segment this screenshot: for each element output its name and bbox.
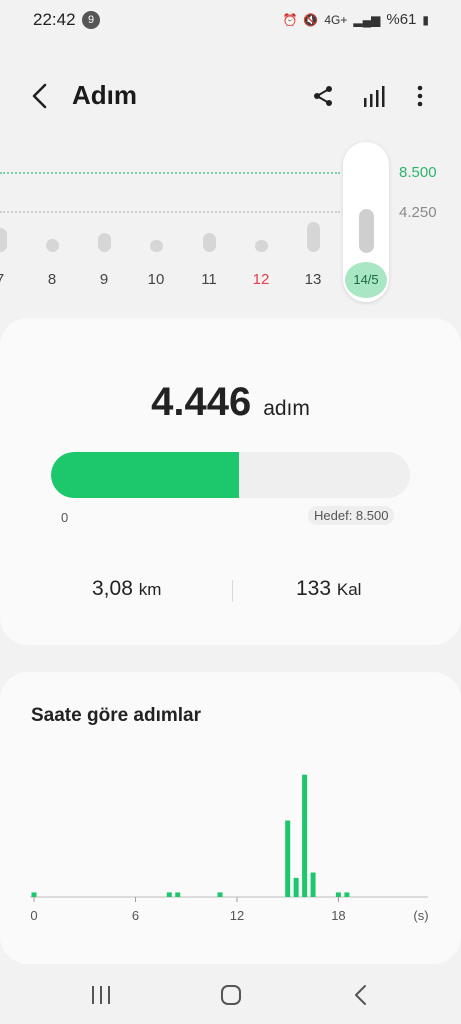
x-tick-label: 12	[230, 908, 244, 923]
x-tick-label: 18	[331, 908, 345, 923]
stats-divider	[232, 580, 233, 602]
status-bar: 22:42 9 ⏰ 🔇 4G+ ▂▄▆ %61 ▮	[0, 0, 461, 42]
share-icon	[314, 86, 332, 106]
x-tick-label: 6	[132, 908, 139, 923]
nav-back-icon	[355, 985, 366, 1005]
day-label: 13	[304, 271, 322, 288]
battery-level: %61	[386, 11, 417, 28]
x-tick-label: 0	[30, 908, 37, 923]
hourly-bar	[302, 774, 308, 897]
day-bar[interactable]	[45, 239, 59, 252]
page-title: Adım	[72, 80, 137, 110]
signal-icon: ▂▄▆	[353, 12, 381, 27]
hourly-steps-chart: 0 6 12 18 (s)	[30, 774, 429, 923]
notification-count-badge: 9	[82, 11, 100, 29]
more-vertical-icon	[417, 85, 423, 107]
steps-total: 4.446 adım	[0, 380, 461, 425]
network-label: 4G+	[324, 12, 348, 27]
bar-chart-icon	[364, 86, 385, 107]
hourly-bar	[335, 892, 341, 897]
calories-unit: Kal	[336, 580, 362, 599]
progress-min-label: 0	[61, 510, 69, 525]
day-label: 9	[99, 271, 109, 288]
selected-day-label: 14/5	[345, 262, 387, 298]
hourly-bar	[31, 892, 37, 897]
back-arrow-icon	[32, 83, 47, 109]
x-axis-unit: (s)	[413, 908, 428, 923]
share-button[interactable]	[311, 84, 335, 108]
calories-value: 133 Kal	[296, 577, 361, 601]
day-bar[interactable]	[149, 240, 163, 252]
hourly-bar	[310, 872, 316, 897]
day-bar[interactable]	[306, 221, 320, 252]
mute-icon: 🔇	[303, 12, 319, 27]
half-goal-line	[0, 211, 340, 213]
distance-unit: km	[138, 580, 162, 599]
recent-apps-icon	[92, 986, 110, 1004]
status-time: 22:42	[33, 10, 76, 29]
battery-icon: ▮	[422, 12, 429, 27]
steps-unit: adım	[263, 397, 310, 420]
calories-number: 133	[296, 577, 332, 600]
steps-count: 4.446	[151, 380, 252, 424]
half-axis-label: 4.250	[399, 204, 437, 221]
trends-button[interactable]	[362, 84, 386, 108]
hourly-bar	[175, 892, 181, 897]
hourly-bar	[344, 892, 350, 897]
home-button[interactable]	[219, 983, 243, 1012]
day-bar[interactable]	[202, 232, 216, 252]
nav-back-button[interactable]	[350, 983, 372, 1012]
day-label: 7	[0, 271, 15, 288]
goal-line	[0, 172, 340, 174]
more-options-button[interactable]	[410, 84, 430, 108]
steps-progress-fill	[51, 452, 239, 498]
navigation-bar	[0, 964, 461, 1024]
status-icons: ⏰ 🔇 4G+ ▂▄▆ %61 ▮	[282, 11, 429, 28]
recent-apps-button[interactable]	[90, 984, 112, 1011]
home-icon	[221, 985, 241, 1005]
day-label: 8	[47, 271, 57, 288]
day-bar[interactable]	[0, 228, 7, 252]
hourly-bar	[293, 877, 299, 897]
day-bar[interactable]	[254, 240, 268, 252]
hourly-steps-title: Saate göre adımlar	[31, 705, 202, 726]
back-button[interactable]	[26, 80, 56, 112]
steps-progress-bar	[51, 452, 410, 498]
alarm-icon: ⏰	[282, 12, 298, 27]
day-bar[interactable]	[97, 232, 111, 252]
hourly-bar	[166, 892, 172, 897]
goal-label: Hedef: 8.500	[308, 506, 395, 525]
day-label: 10	[147, 271, 165, 288]
distance-value: 3,08 km	[92, 577, 161, 601]
selected-day-bar	[359, 209, 374, 253]
distance-number: 3,08	[92, 577, 133, 600]
day-label: 12	[252, 271, 270, 288]
day-label: 11	[201, 271, 217, 288]
goal-axis-label: 8.500	[399, 164, 437, 181]
hourly-bar	[285, 820, 291, 897]
hourly-bar	[217, 892, 223, 897]
